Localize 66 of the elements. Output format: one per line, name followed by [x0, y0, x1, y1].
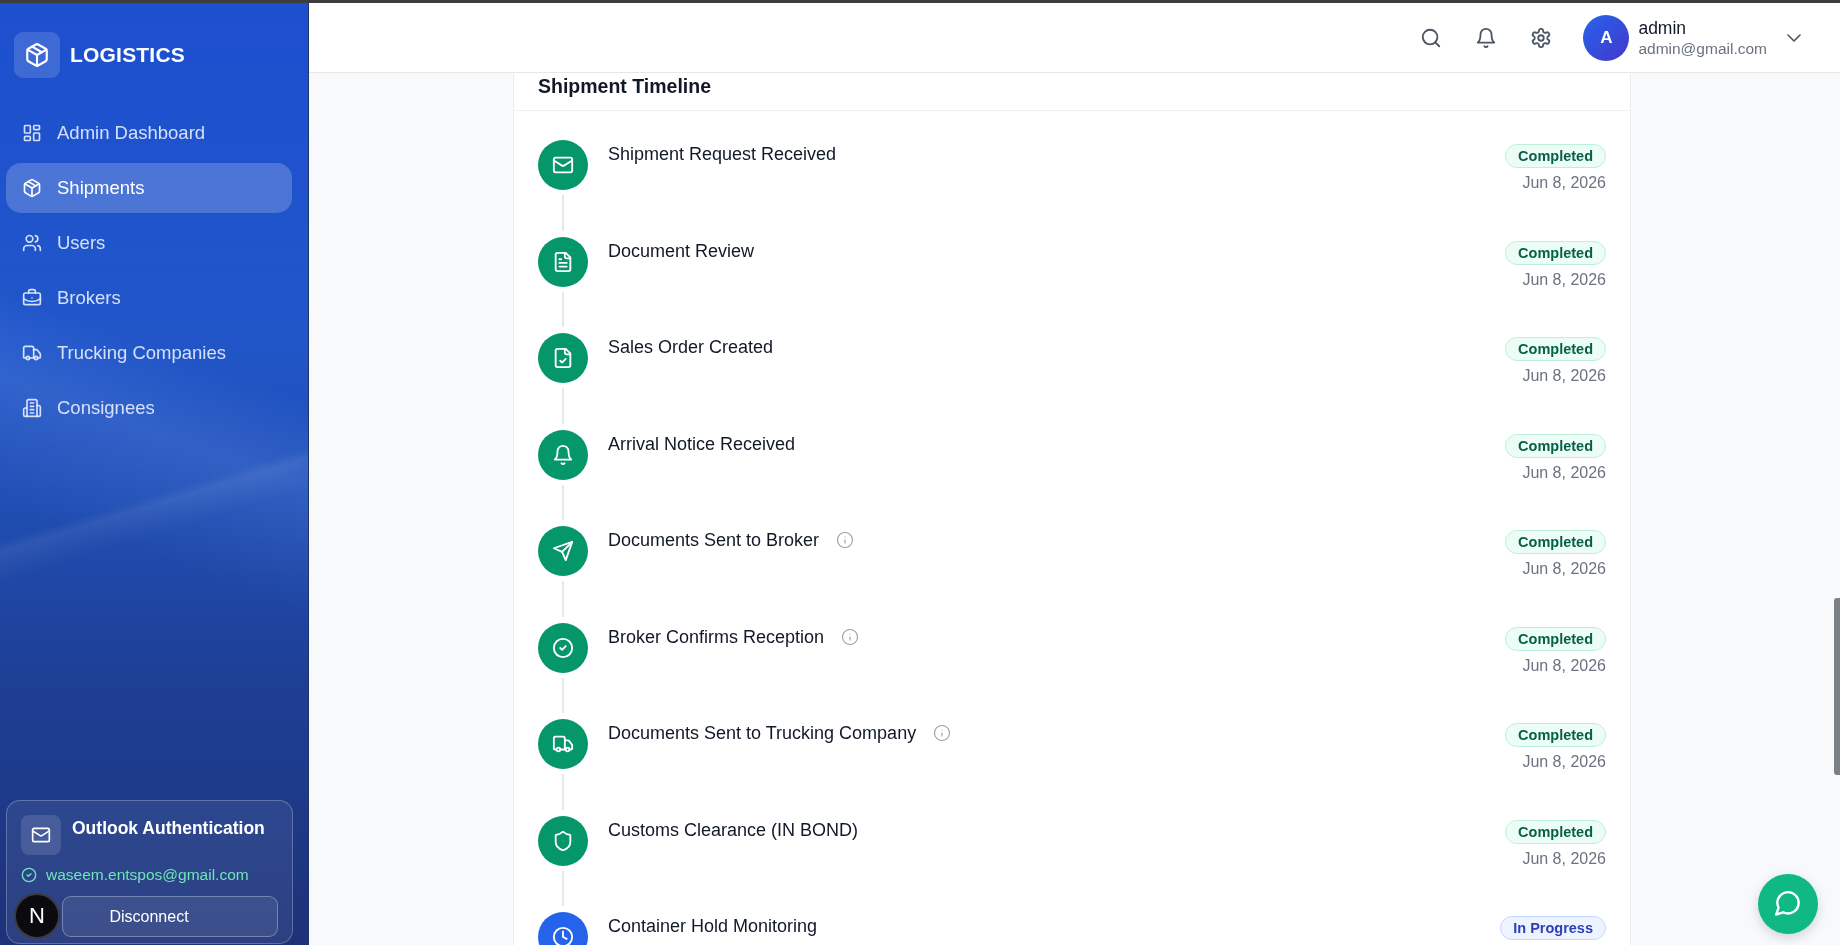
step-title: Documents Sent to Broker: [608, 529, 820, 551]
brand-name: LOGISTICS: [70, 43, 185, 67]
dashboard-icon: [22, 123, 42, 143]
envelope-icon: [538, 140, 588, 190]
status-badge: Completed: [1505, 530, 1606, 554]
info-icon[interactable]: [933, 724, 952, 742]
check-circle-icon: [538, 622, 588, 673]
chat-bubble-icon: [1775, 891, 1801, 917]
user-name: admin: [1638, 17, 1688, 39]
step-title: Container Hold Monitoring: [608, 915, 818, 937]
bell-icon[interactable]: [1475, 26, 1498, 49]
status-badge: Completed: [1505, 723, 1606, 747]
step-date: Jun 8, 2026: [1522, 463, 1606, 482]
card-title: Shipment Timeline: [538, 74, 712, 99]
scrollbar-thumb[interactable]: [1834, 598, 1840, 775]
step-date: Jun 8, 2026: [1522, 656, 1606, 675]
info-icon[interactable]: [841, 627, 860, 646]
user-email: admin@gmail.com: [1638, 39, 1767, 58]
bell-icon: [538, 429, 588, 480]
status-badge: In Progress: [1500, 916, 1606, 940]
status-badge: Completed: [1505, 433, 1606, 458]
nav-item[interactable]: Users: [6, 218, 292, 268]
box-icon: [22, 178, 42, 198]
step-date: Jun 8, 2026: [1522, 174, 1606, 192]
truck-icon: [538, 719, 588, 769]
building-icon: [22, 398, 42, 418]
box-icon: [14, 32, 60, 78]
step-date: Jun 8, 2026: [1522, 849, 1606, 868]
dev-badge[interactable]: N: [14, 893, 60, 939]
nav-item[interactable]: Brokers: [6, 273, 292, 323]
step-title: Customs Clearance (IN BOND): [608, 818, 859, 841]
users-icon: [22, 233, 42, 253]
envelope-icon: [21, 815, 61, 855]
step-title: Document Review: [608, 239, 755, 262]
nav-item[interactable]: Consignees: [6, 383, 292, 433]
step-date: Jun 8, 2026: [1522, 367, 1606, 385]
search-icon[interactable]: [1420, 26, 1443, 49]
document-check-icon: [538, 333, 588, 383]
truck-icon: [22, 343, 42, 363]
document-icon: [538, 236, 588, 287]
nav-item[interactable]: Shipments: [6, 163, 292, 213]
paper-plane-icon: [538, 526, 588, 576]
step-title: Arrival Notice Received: [608, 432, 796, 455]
status-badge: Completed: [1505, 337, 1606, 361]
chevron-down-icon[interactable]: [1787, 33, 1801, 42]
disconnect-button[interactable]: Disconnect: [62, 896, 278, 937]
step-title: Documents Sent to Trucking Company: [608, 722, 917, 744]
connected-email: waseem.entspos@gmail.com: [46, 866, 249, 884]
step-date: Jun 8, 2026: [1522, 753, 1606, 771]
step-title: Shipment Request Received: [608, 143, 837, 165]
status-badge: Completed: [1505, 240, 1606, 265]
shield-icon: [538, 815, 588, 866]
step-date: Jun 8, 2026: [1522, 270, 1606, 289]
status-badge: Completed: [1505, 144, 1606, 168]
briefcase-icon: [22, 288, 42, 308]
nav-item[interactable]: Trucking Companies: [6, 328, 292, 378]
card-title: Outlook Authentication: [72, 817, 265, 839]
step-title: Broker Confirms Reception: [608, 625, 825, 648]
step-date: Jun 8, 2026: [1522, 560, 1606, 578]
step-title: Sales Order Created: [608, 336, 774, 358]
info-icon[interactable]: [836, 531, 855, 549]
nav-item[interactable]: Admin Dashboard: [6, 108, 292, 158]
status-badge: Completed: [1505, 626, 1606, 651]
settings-icon[interactable]: [1530, 26, 1553, 49]
avatar[interactable]: A: [1583, 14, 1630, 61]
status-badge: Completed: [1505, 819, 1606, 844]
